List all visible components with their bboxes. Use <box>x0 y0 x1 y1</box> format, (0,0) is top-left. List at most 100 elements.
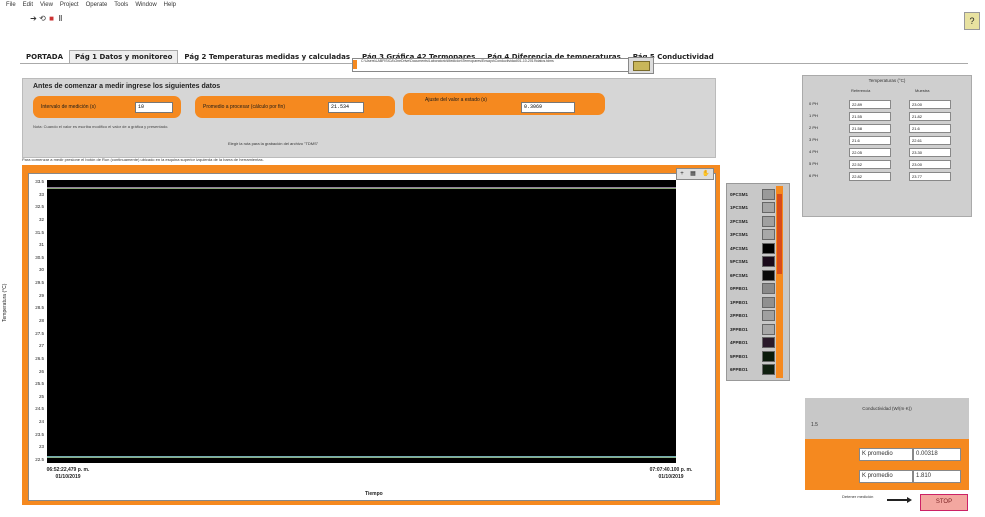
k-avg-label-2: K promedio <box>859 470 913 483</box>
k-avg-value-2: 1.810 <box>913 470 961 483</box>
browse-button[interactable] <box>628 57 654 74</box>
legend-item-label: 5PPBO1 <box>730 353 748 359</box>
y-tick-label: 29 <box>38 292 44 298</box>
menu-window[interactable]: Window <box>135 0 156 10</box>
temp-sample-cell: 22.61 <box>909 136 951 145</box>
legend-item[interactable]: 0PPBO1 <box>730 283 775 295</box>
legend-item-label: 4PCSM1 <box>730 245 749 251</box>
path-input[interactable]: C:\Users\LABFISICA\OneDrive\Documents\La… <box>352 58 632 72</box>
temp-reference-cell: 22.52 <box>849 160 891 169</box>
x-end-date: 01/10/2019 <box>658 474 684 480</box>
legend-item-label: 1PPBO1 <box>730 299 748 305</box>
legend-item[interactable]: 4PPBO1 <box>730 337 775 349</box>
pause-icon[interactable]: Ⅱ <box>57 14 64 22</box>
legend-swatch[interactable] <box>762 229 775 240</box>
temperature-plot[interactable] <box>47 180 676 463</box>
legend-swatch[interactable] <box>762 310 775 321</box>
temp-reference-cell: 21.6 <box>849 136 891 145</box>
menu-file[interactable]: File <box>6 0 16 10</box>
legend-item-label: 2PPBO1 <box>730 313 748 318</box>
legend-swatch[interactable] <box>762 283 775 294</box>
legend-item-label: 6PPBO1 <box>730 367 748 372</box>
legend-item[interactable]: 2PPBO1 <box>730 310 775 322</box>
arrow-icon <box>887 499 909 501</box>
legend-item[interactable]: 4PCSM1 <box>730 242 775 254</box>
y-tick-label: 24.5 <box>35 406 44 412</box>
y-tick-label: 24 <box>38 419 44 425</box>
plot-legend[interactable]: 0PCSM1 1PCSM1 2PCSM1 3PCSM1 4PCSM1 5PCSM1 6PCS… <box>726 183 790 381</box>
y-tick-label: 30 <box>38 267 44 273</box>
legend-swatch[interactable] <box>762 215 775 227</box>
legend-item[interactable]: 6PPBO1 <box>730 364 775 376</box>
legend-item-label: 4PPBO1 <box>730 340 748 345</box>
abort-icon[interactable]: ■ <box>48 14 55 22</box>
average-label: Promedio a procesar (cálculo por fin) <box>203 104 285 110</box>
interval-input[interactable]: 10 <box>135 102 173 113</box>
menu-view[interactable]: View <box>40 0 53 10</box>
legend-item[interactable]: 0PCSM1 <box>730 188 775 200</box>
menu-operate[interactable]: Operate <box>86 0 108 10</box>
legend-swatch[interactable] <box>762 364 775 375</box>
cursor-icon[interactable]: + <box>680 169 684 179</box>
conductivity-panel: Conductividad (W/(m·K)) 1.5 K promedio 0… <box>805 398 969 490</box>
stop-button[interactable]: STOP <box>920 494 968 511</box>
temp-row-label: 2 PH <box>809 125 818 130</box>
third-input[interactable]: 0.3069 <box>521 102 575 113</box>
menu-help[interactable]: Help <box>164 0 176 10</box>
menu-bar: File Edit View Project Operate Tools Win… <box>0 0 985 10</box>
run-continuously-icon[interactable]: ⟲ <box>39 14 46 22</box>
legend-swatch[interactable] <box>762 323 775 335</box>
temp-row-label: 6 PH <box>809 173 818 178</box>
help-icon[interactable]: ? <box>964 12 980 30</box>
path-label: Elegir la ruta para la grabación del arc… <box>228 141 319 146</box>
y-axis-label: Temperatura (°C) <box>2 283 8 322</box>
x-end-stamp: 07:07:40.100 p. m. 01/10/2019 <box>630 467 712 481</box>
temp-sample-cell: 23.77 <box>909 172 951 181</box>
legend-item[interactable]: 3PPBO1 <box>730 323 775 335</box>
legend-item[interactable]: 3PCSM1 <box>730 229 775 241</box>
legend-swatch[interactable] <box>762 337 775 348</box>
tab-portada[interactable]: PORTADA <box>20 50 69 64</box>
legend-item-label: 1PCSM1 <box>730 205 749 210</box>
legend-item[interactable]: 5PPBO1 <box>730 350 775 362</box>
arrowhead-icon <box>907 497 912 503</box>
legend-swatch[interactable] <box>762 242 775 254</box>
temp-row-label: 1 PH <box>809 113 818 118</box>
conductivity-title: Conductividad (W/(m·K)) <box>862 406 912 411</box>
tab-pag2[interactable]: Pág 2 Temperaturas medidas y calculadas <box>178 50 356 64</box>
interval-label: Intervalo de medición (s) <box>41 104 96 110</box>
legend-item[interactable]: 5PCSM1 <box>730 256 775 268</box>
temp-row-label: 5 PH <box>809 161 818 166</box>
legend-item[interactable]: 2PCSM1 <box>730 215 775 227</box>
legend-swatch[interactable] <box>762 188 775 200</box>
legend-scrollbar[interactable] <box>776 186 783 378</box>
legend-swatch[interactable] <box>762 350 775 362</box>
y-tick-label: 25 <box>38 393 44 399</box>
menu-edit[interactable]: Edit <box>23 0 33 10</box>
legend-swatch[interactable] <box>762 296 775 308</box>
menu-project[interactable]: Project <box>60 0 79 10</box>
toolbar: ➔ ⟲ ■ Ⅱ <box>30 12 64 24</box>
legend-swatch[interactable] <box>762 202 775 213</box>
col-header-sample: Muestra <box>915 88 930 93</box>
y-tick-label: 26.5 <box>35 355 44 361</box>
menu-tools[interactable]: Tools <box>114 0 128 10</box>
pan-icon[interactable]: ✋ <box>702 169 709 179</box>
setup-title: Antes de comenzar a medir ingrese los si… <box>33 83 221 90</box>
temperatures-title: Temperaturas (°C) <box>868 78 906 83</box>
zoom-icon[interactable]: ▦ <box>690 169 696 179</box>
graph-palette[interactable]: + ▦ ✋ <box>676 168 714 180</box>
y-tick-label: 27 <box>38 343 44 349</box>
legend-swatch[interactable] <box>762 256 775 267</box>
tab-pag1[interactable]: Pág 1 Datos y monitoreo <box>69 50 179 64</box>
temp-sample-cell: 21.82 <box>909 112 951 121</box>
legend-swatch[interactable] <box>762 269 775 281</box>
legend-scroll-thumb[interactable] <box>777 194 782 274</box>
legend-item[interactable]: 6PCSM1 <box>730 269 775 281</box>
run-arrow-icon[interactable]: ➔ <box>30 14 37 22</box>
legend-item[interactable]: 1PPBO1 <box>730 296 775 308</box>
x-end-time: 07:07:40.100 p. m. <box>649 467 693 473</box>
legend-item[interactable]: 1PCSM1 <box>730 202 775 214</box>
average-input[interactable]: 21.534 <box>328 102 364 113</box>
stop-note: Detener medición <box>842 494 874 499</box>
